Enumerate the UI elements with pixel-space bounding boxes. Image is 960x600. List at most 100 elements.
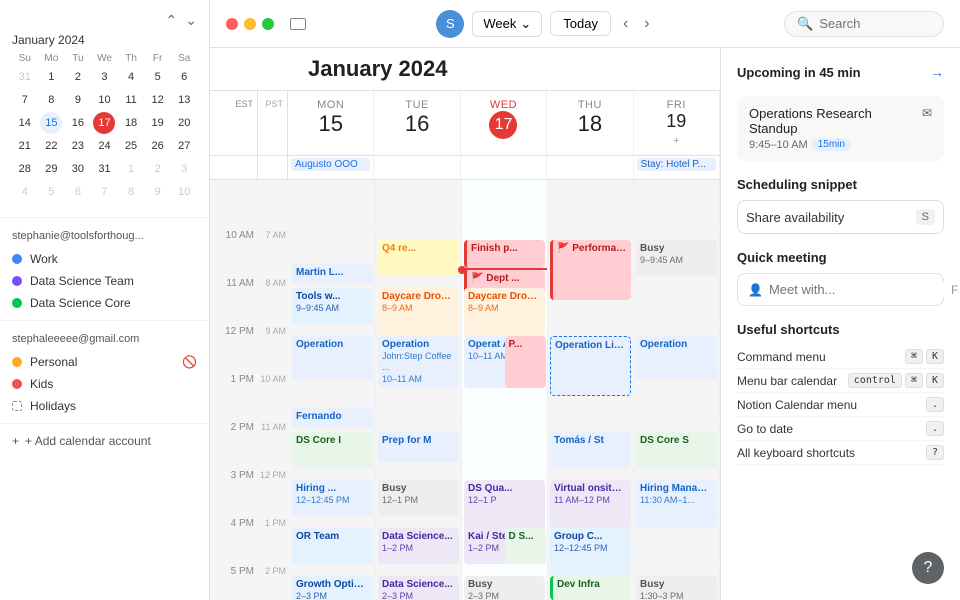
mini-cal-day-31[interactable]: 31 (93, 158, 115, 180)
event-operation-mon[interactable]: Operation (292, 336, 373, 380)
mini-cal-day-9[interactable]: 9 (67, 89, 89, 111)
calendar-holidays[interactable]: Holidays (0, 395, 209, 417)
mini-cal-day-4[interactable]: 4 (14, 181, 36, 203)
mini-cal-day-17[interactable]: 17 (93, 112, 115, 134)
event-perf-review[interactable]: 🚩 Performance review talks (550, 240, 631, 300)
mini-cal-day-2[interactable]: 2 (67, 66, 89, 88)
event-hiring-mon[interactable]: Hiring ... 12–12:45 PM (292, 480, 373, 516)
minimize-button[interactable] (244, 18, 256, 30)
mini-cal-day-20[interactable]: 20 (173, 112, 195, 134)
day-header-fri[interactable]: Fri 19 + (634, 91, 720, 155)
mini-cal-day-5[interactable]: 5 (40, 181, 62, 203)
add-calendar-button[interactable]: + + Add calendar account (0, 430, 209, 452)
event-data-science-tue-2[interactable]: Data Science... 2–3 PM (378, 576, 459, 600)
search-input[interactable] (819, 16, 931, 31)
event-q4[interactable]: Q4 re... (378, 240, 459, 276)
event-tomas[interactable]: Tomás / St (550, 432, 631, 468)
event-ds-core-mon[interactable]: DS Core I (292, 432, 373, 468)
event-dev-infra[interactable]: Dev Infra (550, 576, 631, 600)
event-virtual-onsite[interactable]: Virtual onsite ... 11 AM–12 PM (550, 480, 631, 528)
mini-cal-day-2[interactable]: 2 (147, 158, 169, 180)
event-ds-small[interactable]: D S... (505, 528, 547, 564)
event-operation-liam[interactable]: Operation Liam / Ste (550, 336, 631, 396)
mini-cal-day-23[interactable]: 23 (67, 135, 89, 157)
mini-cal-day-12[interactable]: 12 (147, 89, 169, 111)
mini-cal-day-31[interactable]: 31 (14, 66, 36, 88)
day-header-thu[interactable]: Thu 18 (547, 91, 633, 155)
week-selector[interactable]: Week ⌄ (472, 11, 542, 37)
expand-down-icon[interactable]: ⌄ (185, 12, 197, 29)
close-button[interactable] (226, 18, 238, 30)
user-avatar[interactable]: S (436, 10, 464, 38)
event-finish[interactable]: Finish p... (464, 240, 545, 268)
share-availability-button[interactable]: Share availability S (737, 200, 944, 234)
event-growth-mon[interactable]: Growth Optimiz... 2–3 PM (292, 576, 373, 600)
mini-cal-day-9[interactable]: 9 (147, 181, 169, 203)
mini-cal-day-13[interactable]: 13 (173, 89, 195, 111)
maximize-button[interactable] (262, 18, 274, 30)
mini-cal-day-24[interactable]: 24 (93, 135, 115, 157)
augusto-event[interactable]: Augusto OOO (291, 158, 370, 171)
calendar-data-science[interactable]: Data Science Team (0, 270, 209, 292)
mini-cal-day-4[interactable]: 4 (120, 66, 142, 88)
calendar-kids[interactable]: Kids (0, 373, 209, 395)
event-busy-fri-1[interactable]: Busy 9–9:45 AM (636, 240, 717, 276)
event-group-c[interactable]: Group C... 12–12:45 PM (550, 528, 631, 576)
event-martin[interactable]: Martin L... (292, 264, 373, 284)
mini-cal-day-15[interactable]: 15 (40, 112, 62, 134)
event-p-small[interactable]: P... (505, 336, 547, 388)
event-daycare-tue[interactable]: Daycare Dropoff 8–9 AM (378, 288, 459, 336)
prev-week-button[interactable]: ‹ (619, 11, 632, 37)
mini-cal-day-18[interactable]: 18 (120, 112, 142, 134)
mini-cal-day-21[interactable]: 21 (14, 135, 36, 157)
mini-cal-day-16[interactable]: 16 (67, 112, 89, 134)
day-header-tue[interactable]: Tue 16 (374, 91, 460, 155)
event-prep[interactable]: Prep for M (378, 432, 459, 462)
calendar-personal[interactable]: Personal 🚫 (0, 351, 209, 373)
mini-cal-day-8[interactable]: 8 (40, 89, 62, 111)
event-operation-john[interactable]: Operation John:Step Coffee ... 10–11 AM (378, 336, 459, 388)
add-event-fri-icon[interactable]: + (673, 136, 679, 147)
event-fernando[interactable]: Fernando (292, 408, 373, 428)
event-busy-wed[interactable]: Busy 2–3 PM (464, 576, 545, 600)
mini-cal-day-28[interactable]: 28 (14, 158, 36, 180)
mini-cal-day-14[interactable]: 14 (14, 112, 36, 134)
help-button[interactable]: ? (912, 552, 944, 584)
calendar-work[interactable]: Work (0, 248, 209, 270)
mini-cal-day-10[interactable]: 10 (173, 181, 195, 203)
event-data-science-tue-1[interactable]: Data Science... 1–2 PM (378, 528, 459, 564)
mini-cal-day-7[interactable]: 7 (93, 181, 115, 203)
next-week-button[interactable]: › (640, 11, 653, 37)
mini-cal-day-8[interactable]: 8 (120, 181, 142, 203)
day-header-wed[interactable]: Wed 17 (461, 91, 547, 155)
calendar-data-science-core[interactable]: Data Science Core (0, 292, 209, 314)
today-button[interactable]: Today (550, 11, 611, 36)
mini-cal-day-6[interactable]: 6 (173, 66, 195, 88)
mini-cal-day-29[interactable]: 29 (40, 158, 62, 180)
mini-cal-day-10[interactable]: 10 (93, 89, 115, 111)
mini-cal-day-3[interactable]: 3 (173, 158, 195, 180)
hotel-stay-event[interactable]: Stay: Hotel P... (637, 158, 716, 171)
upcoming-event-card[interactable]: Operations Research Standup ✉ 9:45–10 AM… (737, 96, 944, 161)
event-busy-fri-2[interactable]: Busy 1:30–3 PM (636, 576, 717, 600)
mini-cal-day-1[interactable]: 1 (40, 66, 62, 88)
mini-cal-day-26[interactable]: 26 (147, 135, 169, 157)
event-or-team[interactable]: OR Team (292, 528, 373, 564)
mini-cal-day-22[interactable]: 22 (40, 135, 62, 157)
day-header-mon[interactable]: Mon 15 (288, 91, 374, 155)
event-busy-tue-1[interactable]: Busy 12–1 PM (378, 480, 459, 516)
event-operation-fri[interactable]: Operation (636, 336, 717, 380)
event-ds-core-fri[interactable]: DS Core S (636, 432, 717, 468)
event-hiring-fri[interactable]: Hiring Manage... 11:30 AM–1... (636, 480, 717, 528)
mini-cal-day-1[interactable]: 1 (120, 158, 142, 180)
mini-cal-day-27[interactable]: 27 (173, 135, 195, 157)
mini-cal-day-6[interactable]: 6 (67, 181, 89, 203)
collapse-up-icon[interactable]: ⌃ (166, 12, 178, 29)
event-daycare-wed[interactable]: Daycare Dropoff 8–9 AM (464, 288, 545, 336)
mini-cal-day-7[interactable]: 7 (14, 89, 36, 111)
mini-cal-day-11[interactable]: 11 (120, 89, 142, 111)
layout-toggle[interactable] (290, 18, 306, 30)
event-tools[interactable]: Tools w... 9–9:45 AM (292, 288, 373, 324)
search-box[interactable]: 🔍 (784, 11, 944, 37)
mini-cal-day-25[interactable]: 25 (120, 135, 142, 157)
